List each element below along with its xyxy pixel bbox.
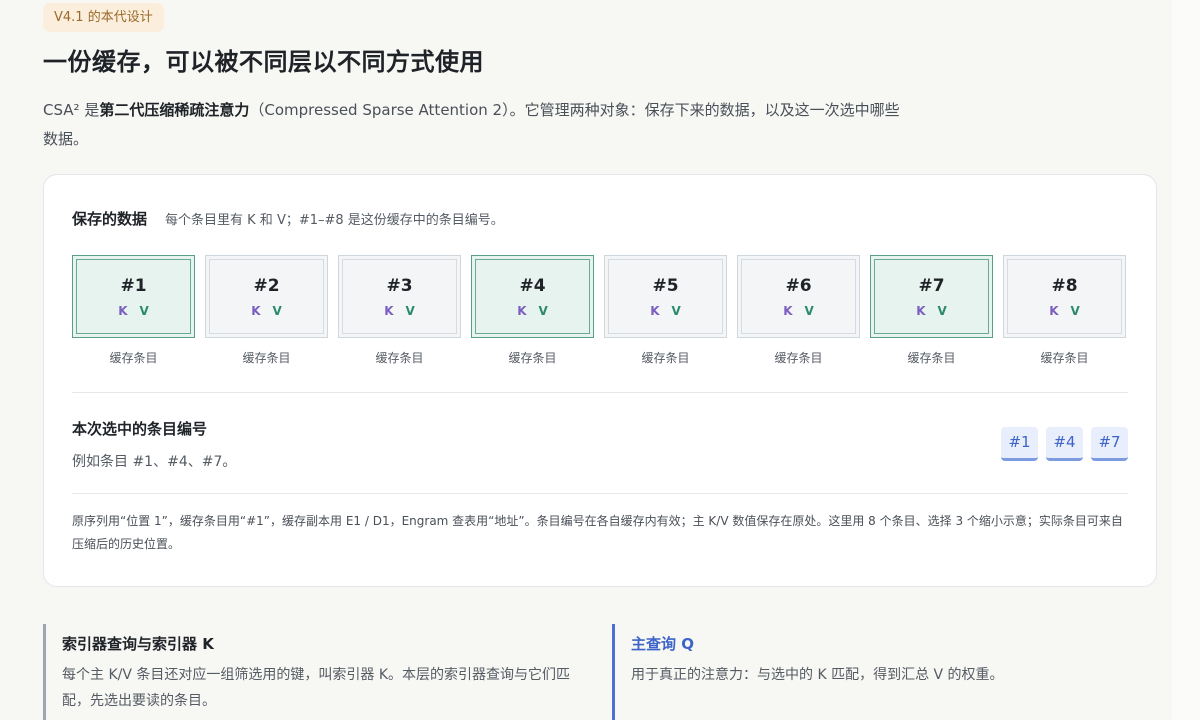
entry-k: K bbox=[916, 303, 926, 318]
cache-card: 保存的数据 每个条目里有 K 和 V；#1–#8 是这份缓存中的条目编号。 #1… bbox=[43, 174, 1157, 587]
entry-number: #8 bbox=[1051, 275, 1078, 296]
entry-box: #2 KV bbox=[205, 255, 328, 338]
naming-note: 原序列用“位置 1”，缓存条目用“#1”，缓存副本用 E1 / D1，Engra… bbox=[72, 514, 1123, 551]
stored-data-desc: 每个条目里有 K 和 V；#1–#8 是这份缓存中的条目编号。 bbox=[165, 213, 504, 228]
entry-k: K bbox=[1049, 303, 1059, 318]
entry-number: #3 bbox=[386, 275, 413, 296]
stored-data-title: 保存的数据 bbox=[72, 210, 148, 228]
entry-k: K bbox=[783, 303, 793, 318]
intro-prefix: CSA² 是 bbox=[43, 101, 100, 119]
entry-caption: 缓存条目 bbox=[774, 351, 823, 365]
selected-ids: #1 #4 #7 bbox=[1001, 427, 1128, 461]
right-gutter bbox=[1172, 0, 1200, 720]
entry-kv: KV bbox=[251, 304, 282, 318]
cache-entries: #1 KV 缓存条目 #2 KV 缓存条目 #3 KV 缓存条目 #4 K V … bbox=[72, 255, 1126, 366]
divider bbox=[72, 493, 1128, 494]
cache-entry: #1 KV 缓存条目 bbox=[72, 255, 195, 366]
entry-caption: 缓存条目 bbox=[109, 351, 158, 365]
entry-caption: 缓存条目 bbox=[641, 351, 690, 365]
cache-entry: #4 KV 缓存条目 bbox=[471, 255, 594, 366]
entry-box: #8 KV bbox=[1003, 255, 1126, 338]
cache-entry: #3 KV 缓存条目 bbox=[338, 255, 461, 366]
entry-v: V bbox=[804, 303, 814, 318]
entry-number: #6 bbox=[785, 275, 812, 296]
entry-v: V bbox=[1070, 303, 1080, 318]
entry-k: K bbox=[251, 303, 261, 318]
entry-box: #3 KV bbox=[338, 255, 461, 338]
intro-paragraph: CSA² 是第二代压缩稀疏注意力（Compressed Sparse Atten… bbox=[43, 96, 913, 154]
entry-number: #4 bbox=[519, 275, 546, 296]
main-query-panel: 主查询 Q 用于真正的注意力：与选中的 K 匹配，得到汇总 V 的权重。 bbox=[612, 624, 1157, 720]
selection-title: 本次选中的条目编号 bbox=[72, 420, 208, 438]
entry-v: V bbox=[139, 303, 149, 318]
entry-k: K bbox=[384, 303, 394, 318]
entry-number: #2 bbox=[253, 275, 280, 296]
cache-entry: #2 KV 缓存条目 bbox=[205, 255, 328, 366]
entry-box: #6 KV bbox=[737, 255, 860, 338]
indexer-panel: 索引器查询与索引器 K 每个主 K/V 条目还对应一组筛选用的键，叫索引器 K。… bbox=[43, 624, 596, 720]
entry-caption: 缓存条目 bbox=[242, 351, 291, 365]
entry-number: #5 bbox=[652, 275, 679, 296]
entry-k: K bbox=[118, 303, 128, 318]
selected-id-chip: #7 bbox=[1091, 427, 1128, 461]
entry-v: V bbox=[671, 303, 681, 318]
selection-desc: 例如条目 #1、#4、#7。 bbox=[72, 454, 237, 470]
entry-v: V bbox=[937, 303, 947, 318]
entry-kv: KV bbox=[783, 304, 814, 318]
version-badge: V4.1 的本代设计 bbox=[43, 3, 164, 32]
main-query-panel-title: 主查询 Q bbox=[631, 635, 694, 653]
entry-v: V bbox=[272, 303, 282, 318]
entry-number: #1 bbox=[120, 275, 147, 296]
entry-caption: 缓存条目 bbox=[508, 351, 557, 365]
cache-entry: #6 KV 缓存条目 bbox=[737, 255, 860, 366]
entry-caption: 缓存条目 bbox=[907, 351, 956, 365]
entry-v: V bbox=[538, 303, 548, 318]
cache-entry: #8 KV 缓存条目 bbox=[1003, 255, 1126, 366]
cache-entry: #7 KV 缓存条目 bbox=[870, 255, 993, 366]
selected-id-chip: #1 bbox=[1001, 427, 1038, 461]
intro-bold-term: 第二代压缩稀疏注意力 bbox=[99, 101, 250, 119]
divider bbox=[72, 392, 1128, 393]
indexer-panel-text: 每个主 K/V 条目还对应一组筛选用的键，叫索引器 K。本层的索引器查询与它们匹… bbox=[62, 667, 571, 709]
selected-id-chip: #4 bbox=[1046, 427, 1083, 461]
page: V4.1 的本代设计 一份缓存，可以被不同层以不同方式使用 CSA² 是第二代压… bbox=[0, 0, 1172, 720]
entry-k: K bbox=[517, 303, 527, 318]
entry-v: V bbox=[405, 303, 415, 318]
entry-k: K bbox=[650, 303, 660, 318]
entry-box: #1 KV bbox=[72, 255, 195, 338]
entry-kv: KV bbox=[916, 304, 947, 318]
entry-kv: KV bbox=[517, 304, 548, 318]
cache-entry: #5 KV 缓存条目 bbox=[604, 255, 727, 366]
page-title: 一份缓存，可以被不同层以不同方式使用 bbox=[43, 48, 484, 76]
entry-box: #7 KV bbox=[870, 255, 993, 338]
entry-caption: 缓存条目 bbox=[1040, 351, 1089, 365]
entry-kv: KV bbox=[1049, 304, 1080, 318]
indexer-panel-title: 索引器查询与索引器 K bbox=[62, 635, 214, 653]
entry-caption: 缓存条目 bbox=[375, 351, 424, 365]
main-query-panel-text: 用于真正的注意力：与选中的 K 匹配，得到汇总 V 的权重。 bbox=[631, 667, 1004, 683]
entry-kv: KV bbox=[384, 304, 415, 318]
entry-number: #7 bbox=[918, 275, 945, 296]
entry-box: #4 KV bbox=[471, 255, 594, 338]
stored-data-header: 保存的数据 每个条目里有 K 和 V；#1–#8 是这份缓存中的条目编号。 bbox=[72, 208, 504, 229]
entry-kv: KV bbox=[118, 304, 149, 318]
entry-box: #5 KV bbox=[604, 255, 727, 338]
entry-kv: KV bbox=[650, 304, 681, 318]
